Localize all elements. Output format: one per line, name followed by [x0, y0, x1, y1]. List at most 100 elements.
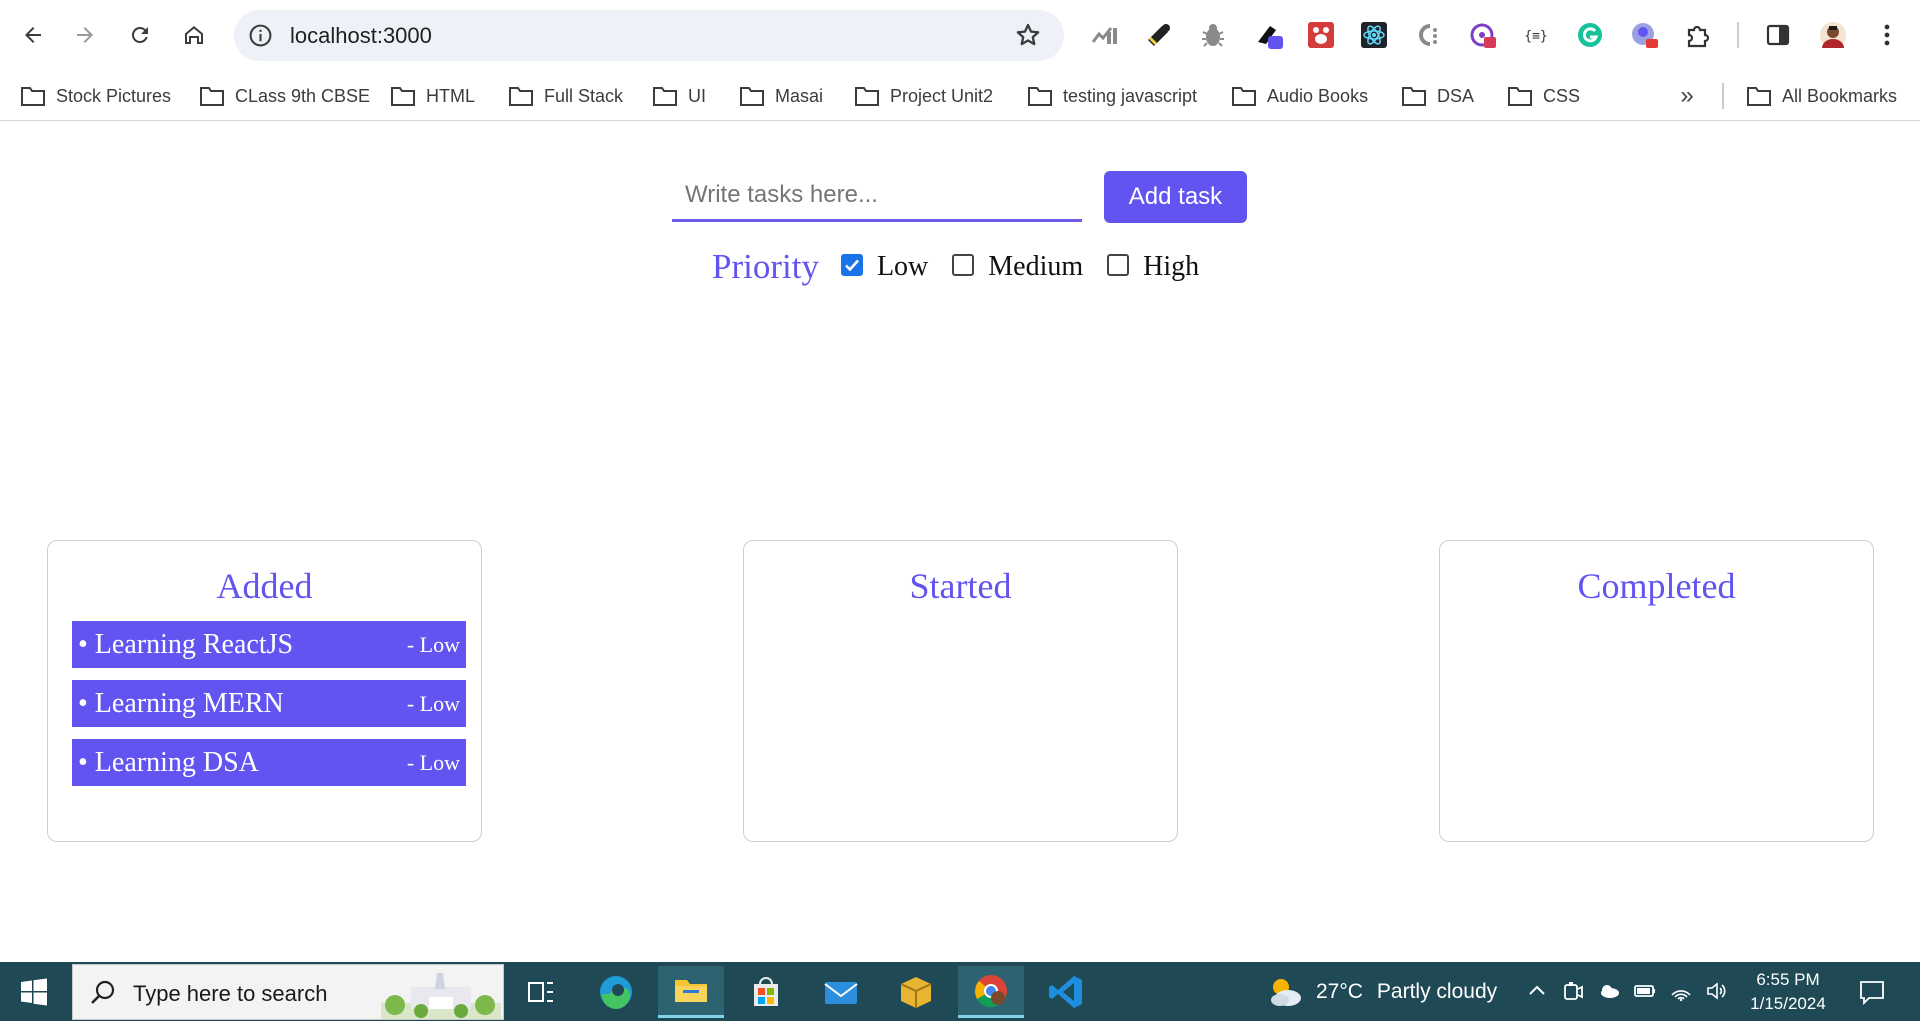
- bookmark-label: CSS: [1543, 85, 1581, 106]
- system-clock[interactable]: 6:55 PM 1/15/2024: [1740, 968, 1836, 1016]
- menu-kebab-icon[interactable]: [1870, 18, 1904, 52]
- bookmarks-bar: Stock Pictures CLass 9th CBSE HTML Full …: [0, 71, 1920, 121]
- clock-date: 1/15/2024: [1750, 994, 1826, 1013]
- browser-toolbar: localhost:3000 {≡}: [0, 0, 1920, 71]
- checkmark-icon: [845, 259, 859, 272]
- bookmark-label: DSA: [1437, 85, 1475, 106]
- add-task-button[interactable]: Add task: [1104, 171, 1247, 223]
- task-item[interactable]: • Learning DSA - Low: [72, 739, 466, 786]
- bookmark-folder[interactable]: CLass 9th CBSE: [199, 78, 370, 114]
- bug-extension-icon[interactable]: [1196, 18, 1230, 52]
- task-item[interactable]: • Learning ReactJS - Low: [72, 621, 466, 668]
- bookmark-label: All Bookmarks: [1782, 85, 1898, 106]
- chrome-button[interactable]: [958, 966, 1024, 1018]
- vscode-button[interactable]: [1033, 966, 1099, 1018]
- reload-button[interactable]: [121, 16, 159, 54]
- bookmark-folder[interactable]: Audio Books: [1231, 78, 1368, 114]
- onedrive-cloud-icon[interactable]: [1597, 979, 1621, 1003]
- mail-button[interactable]: [808, 966, 874, 1018]
- bookmark-folder[interactable]: Stock Pictures: [20, 78, 171, 114]
- mail-icon: [824, 982, 858, 1004]
- windows-start-icon[interactable]: [20, 978, 48, 1006]
- bookmark-folder[interactable]: Masai: [739, 78, 823, 114]
- side-panel-icon[interactable]: [1761, 18, 1795, 52]
- battery-icon[interactable]: [1633, 979, 1657, 1003]
- vscode-icon: [1049, 976, 1082, 1008]
- priority-label: Priority: [712, 247, 819, 286]
- arrow-left-icon: [25, 27, 41, 43]
- puzzle-icon[interactable]: [1681, 18, 1715, 52]
- bookmark-label: Audio Books: [1267, 85, 1369, 106]
- site-info-icon[interactable]: [248, 23, 273, 48]
- chrome-icon: [975, 974, 1007, 1007]
- task-title: • Learning ReactJS: [78, 628, 294, 660]
- volume-icon[interactable]: [1704, 979, 1728, 1003]
- edge-button[interactable]: [583, 966, 649, 1018]
- task-title: • Learning DSA: [78, 746, 259, 778]
- chevron-up-icon[interactable]: [1525, 979, 1549, 1003]
- pen-badge-icon[interactable]: [1252, 18, 1286, 52]
- react-devtools-icon[interactable]: [1357, 18, 1391, 52]
- priority-high-checkbox[interactable]: [1107, 254, 1130, 276]
- task-list: • Learning ReactJS - Low • Learning MERN…: [72, 621, 466, 798]
- grammarly-icon[interactable]: [1573, 18, 1607, 52]
- red-paw-icon[interactable]: [1304, 18, 1338, 52]
- bookmark-star-icon[interactable]: [1014, 21, 1042, 49]
- bookmark-label: testing javascript: [1063, 85, 1198, 106]
- forward-button[interactable]: [66, 16, 104, 54]
- wifi-icon[interactable]: [1669, 979, 1693, 1003]
- profile-avatar-icon[interactable]: [1816, 18, 1850, 52]
- back-button[interactable]: [14, 16, 52, 54]
- taskbar-search[interactable]: Type here to search: [72, 964, 504, 1020]
- folder-icon: [1402, 87, 1426, 106]
- meet-now-icon[interactable]: [1561, 979, 1585, 1003]
- bookmark-folder[interactable]: Full Stack: [508, 78, 623, 114]
- search-placeholder: Type here to search: [133, 981, 328, 1006]
- priority-medium-label: Medium: [988, 251, 1084, 282]
- store-button[interactable]: [733, 966, 799, 1018]
- search-icon: [91, 980, 115, 1004]
- task-priority: - Low: [406, 631, 460, 657]
- json-braces-icon[interactable]: {≡}: [1519, 18, 1553, 52]
- bookmark-folder[interactable]: testing javascript: [1027, 78, 1197, 114]
- chart-extension-icon[interactable]: [1087, 18, 1121, 52]
- redux-icon[interactable]: [1465, 18, 1499, 52]
- c-dots-icon[interactable]: [1410, 18, 1444, 52]
- more-bookmarks-button[interactable]: »: [1672, 82, 1702, 109]
- all-bookmarks-folder[interactable]: All Bookmarks: [1746, 78, 1897, 114]
- bookmark-folder[interactable]: DSA: [1401, 78, 1474, 114]
- task-view-button[interactable]: [508, 966, 574, 1018]
- bookmark-folder[interactable]: Project Unit2: [854, 78, 993, 114]
- home-button[interactable]: [175, 16, 213, 54]
- task-item[interactable]: • Learning MERN - Low: [72, 680, 466, 727]
- bookmark-folder[interactable]: UI: [652, 78, 706, 114]
- file-explorer-button[interactable]: [658, 966, 724, 1018]
- task-input[interactable]: [672, 170, 1082, 222]
- bookmark-folder[interactable]: HTML: [390, 78, 475, 114]
- task-priority: - Low: [406, 749, 460, 775]
- folder-icon: [21, 87, 45, 106]
- arrow-right-icon: [77, 27, 93, 43]
- bookmarks-divider: [1722, 83, 1724, 109]
- bookmark-folder[interactable]: CSS: [1507, 78, 1580, 114]
- priority-high-label: High: [1143, 251, 1200, 282]
- folder-icon: [391, 87, 415, 106]
- url-text: localhost:3000: [290, 23, 432, 48]
- globe-badge-icon[interactable]: [1627, 18, 1661, 52]
- priority-low-label: Low: [876, 251, 929, 282]
- clock-time: 6:55 PM: [1756, 970, 1820, 989]
- address-bar[interactable]: localhost:3000: [234, 10, 1064, 61]
- weather-widget[interactable]: 27°C Partly cloudy: [1266, 974, 1497, 1010]
- folder-icon: [200, 87, 224, 106]
- windows-taskbar: Type here to search 27°C Partly cloudy 6…: [0, 962, 1920, 1021]
- task-view-icon: [528, 982, 553, 1002]
- colorzilla-icon[interactable]: [1142, 18, 1176, 52]
- column-added: Added • Learning ReactJS - Low • Learnin…: [47, 540, 482, 842]
- priority-low-checkbox[interactable]: [840, 254, 863, 276]
- package-app-button[interactable]: [883, 966, 949, 1018]
- folder-icon: [855, 87, 879, 106]
- priority-medium-checkbox[interactable]: [952, 254, 975, 276]
- folder-icon: [1747, 87, 1771, 106]
- weather-condition: Partly cloudy: [1376, 980, 1498, 1003]
- notification-center-icon[interactable]: [1858, 978, 1886, 1006]
